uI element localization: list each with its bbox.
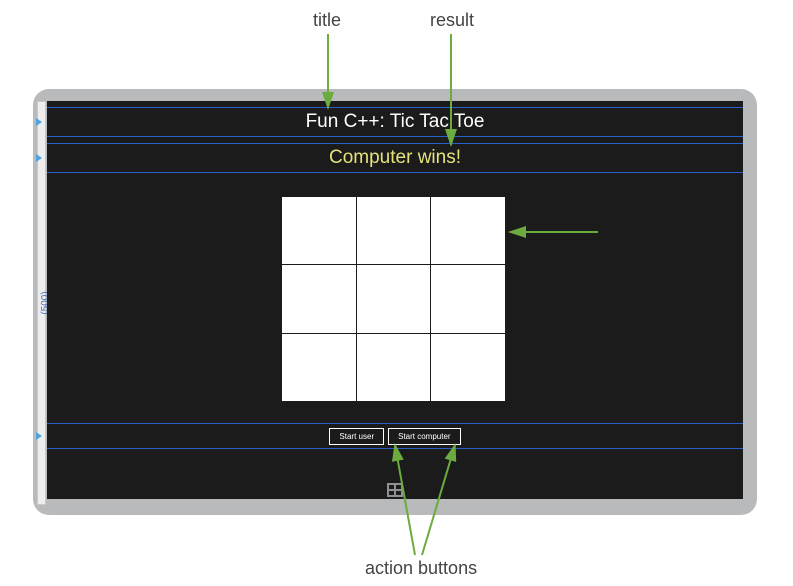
app-title: Fun C++: Tic Tac Toe — [306, 111, 485, 133]
app-surface: Fun C++: Tic Tac Toe Computer wins! Star… — [47, 101, 743, 499]
grid-cell[interactable] — [282, 265, 356, 332]
designer-frame: (500) Fun C++: Tic Tac Toe Computer wins… — [33, 89, 757, 515]
annotation-action-buttons: action buttons — [365, 558, 477, 579]
annotation-title: title — [313, 10, 341, 31]
grid-cell[interactable] — [357, 334, 431, 401]
selection-marker-icon — [36, 432, 42, 440]
grid-cell[interactable] — [357, 265, 431, 332]
title-container: Fun C++: Tic Tac Toe — [47, 107, 743, 137]
game-grid — [282, 197, 505, 401]
windows-icon — [387, 483, 403, 497]
start-computer-button[interactable]: Start computer — [388, 428, 460, 445]
grid-cell[interactable] — [357, 197, 431, 264]
start-user-button[interactable]: Start user — [329, 428, 384, 445]
grid-cell[interactable] — [282, 197, 356, 264]
selection-marker-icon — [36, 118, 42, 126]
result-container: Computer wins! — [47, 143, 743, 173]
selection-marker-icon — [36, 154, 42, 162]
grid-cell[interactable] — [431, 265, 505, 332]
buttons-container: Start user Start computer — [47, 423, 743, 449]
grid-cell[interactable] — [431, 334, 505, 401]
result-text: Computer wins! — [329, 147, 461, 169]
annotation-result: result — [430, 10, 474, 31]
grid-cell[interactable] — [431, 197, 505, 264]
grid-cell[interactable] — [282, 334, 356, 401]
